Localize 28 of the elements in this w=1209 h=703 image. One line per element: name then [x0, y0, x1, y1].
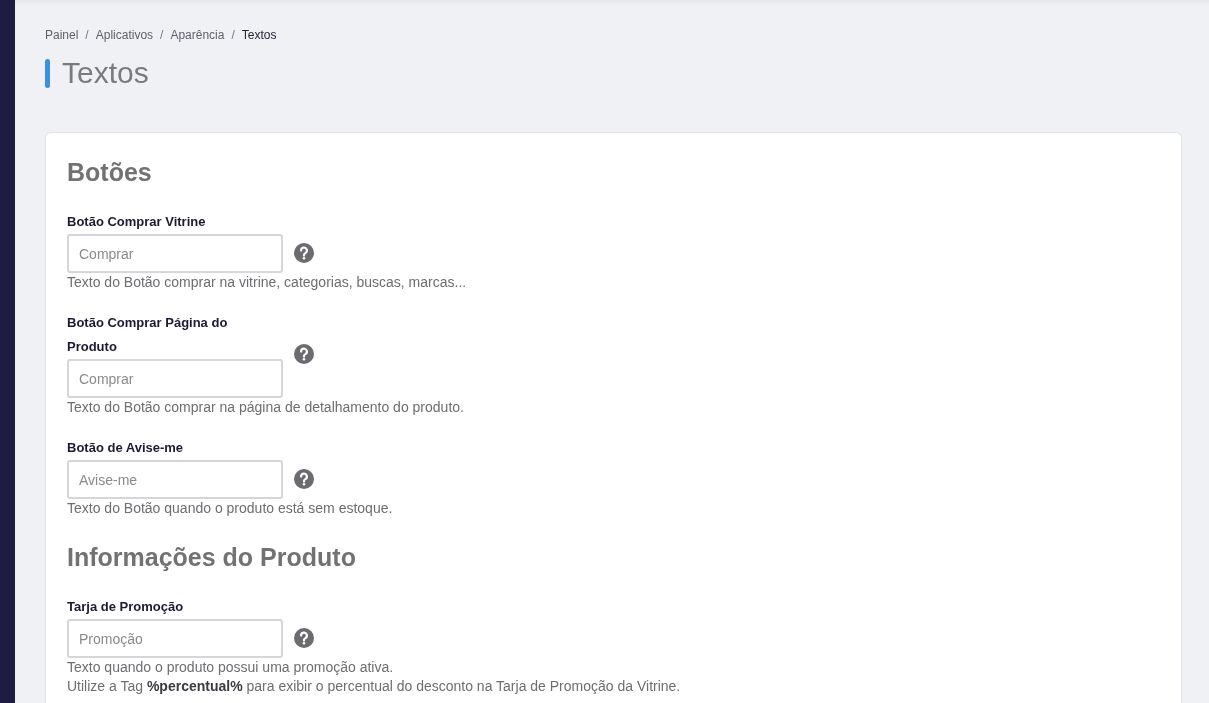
title-accent-bar	[45, 58, 50, 88]
breadcrumb-separator: /	[160, 27, 164, 43]
field-help-text: Texto quando o produto possui uma promoção ativa.	[67, 658, 395, 677]
breadcrumb-separator: /	[85, 27, 89, 43]
breadcrumb-current: Textos	[241, 27, 277, 43]
text-input[interactable]: Comprar	[67, 234, 283, 273]
field-label: Botão de Avise-me	[67, 439, 184, 457]
help-icon[interactable]	[294, 344, 314, 364]
field-label: Botão Comprar Página do Produto	[67, 314, 229, 356]
text-input[interactable]: Promoção	[67, 619, 283, 658]
field-help-text: Texto do Botão comprar na página de detalhamento do produto.	[67, 398, 465, 417]
section-heading: Botões	[67, 157, 152, 187]
section-heading: Informações do Produto	[67, 542, 356, 572]
help-icon[interactable]	[294, 469, 314, 489]
breadcrumb-link[interactable]: Aparência	[170, 27, 225, 43]
breadcrumb-link[interactable]: Aplicativos	[95, 27, 154, 43]
breadcrumb-link[interactable]: Painel	[45, 27, 79, 43]
field-help-text: Texto do Botão quando o produto está sem estoque.	[67, 499, 394, 518]
help-icon[interactable]	[294, 628, 314, 648]
field-help-text: Texto do Botão comprar na vitrine, categorias, buscas, marcas...	[67, 273, 468, 292]
breadcrumb-separator: /	[231, 27, 235, 43]
help-icon[interactable]	[294, 243, 314, 263]
field-help-text: Utilize a Tag %percentual% para exibir o percentual do desconto na Tarja de Promoção da Vitrine.	[67, 677, 682, 696]
text-input[interactable]: Avise-me	[67, 460, 283, 499]
page-title: Textos	[62, 56, 149, 90]
field-label: Tarja de Promoção	[67, 598, 184, 616]
field-label: Botão Comprar Vitrine	[67, 213, 206, 231]
text-input[interactable]: Comprar	[67, 359, 283, 398]
